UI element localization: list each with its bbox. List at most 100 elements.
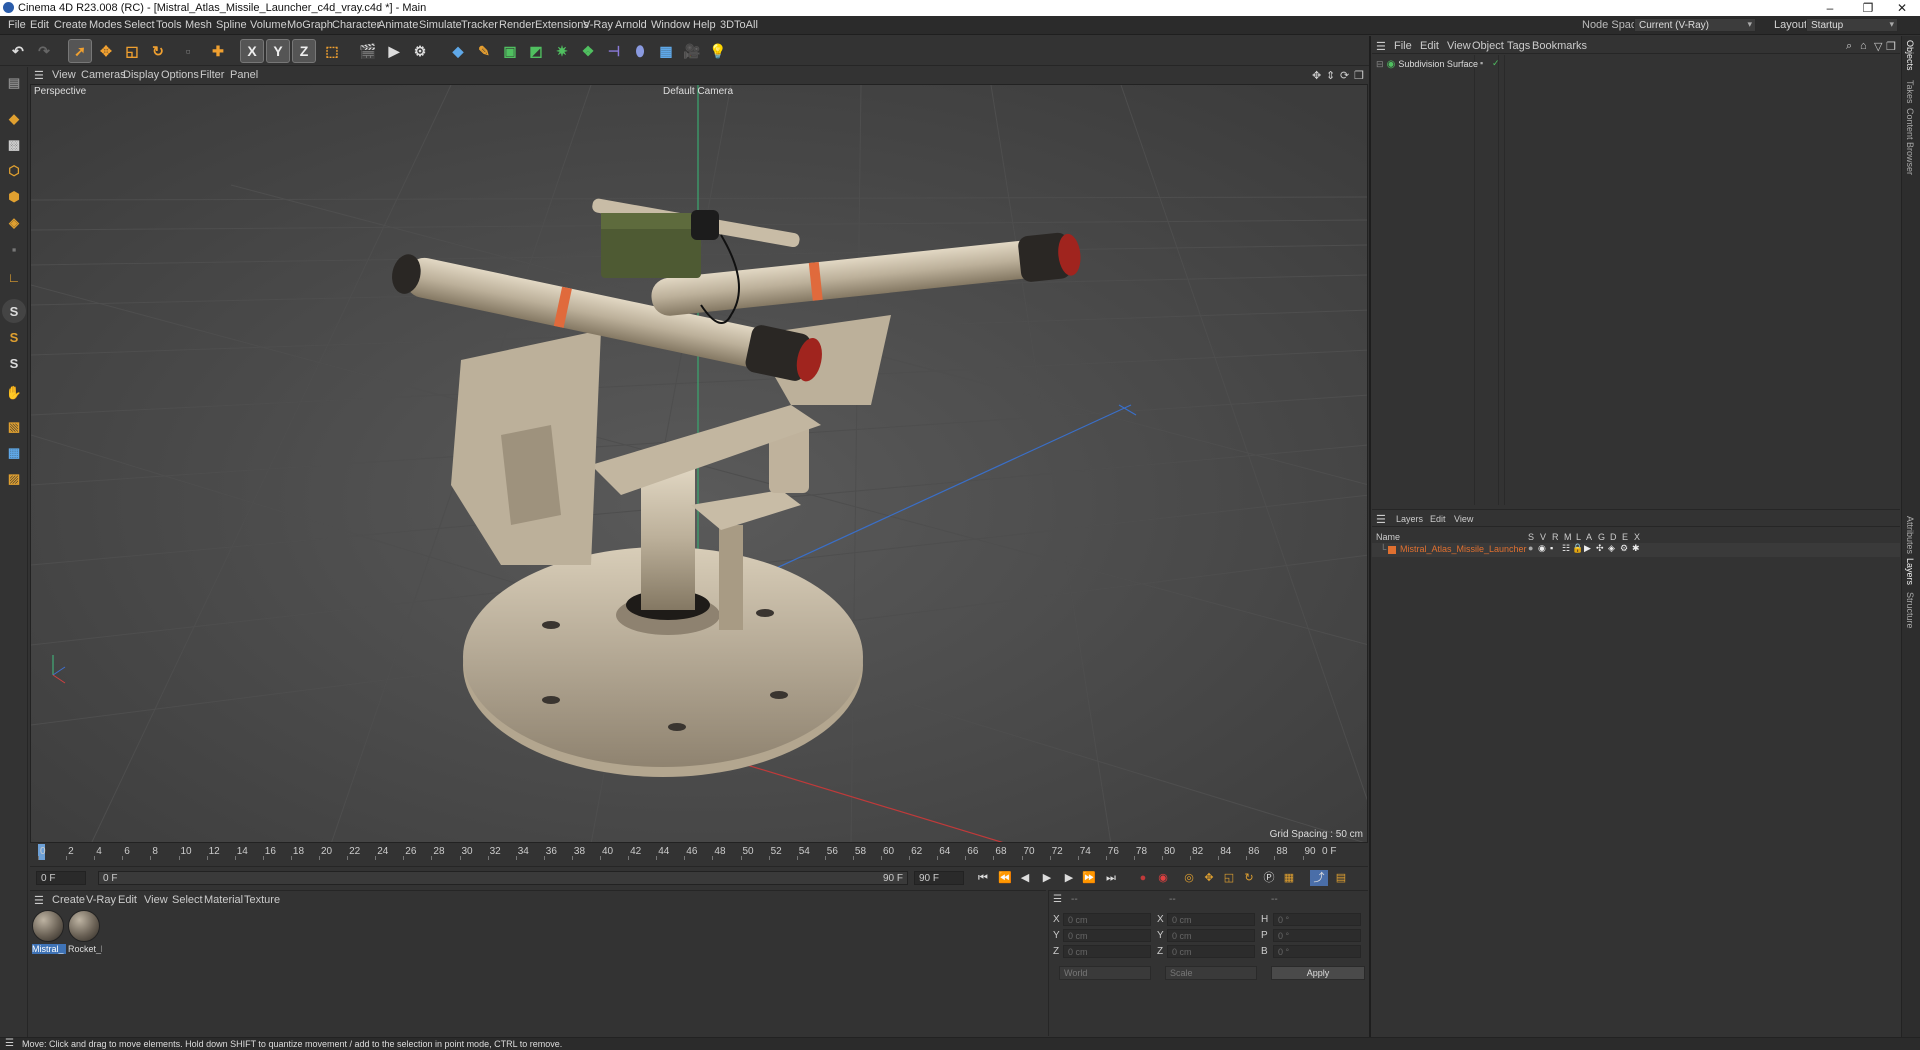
layer-visible-icon[interactable]: ◉ bbox=[1538, 543, 1546, 554]
cloner-icon[interactable]: ✷ bbox=[550, 39, 574, 63]
render-view-icon[interactable]: ▶ bbox=[382, 39, 406, 63]
layers-menu-edit[interactable]: Edit bbox=[1430, 514, 1446, 524]
z-axis-lock-icon[interactable]: Z bbox=[292, 39, 316, 63]
rotate-tool-icon[interactable]: ↻ bbox=[146, 39, 170, 63]
object-menu-tags[interactable]: Tags bbox=[1507, 40, 1530, 52]
menu-mesh[interactable]: Mesh bbox=[185, 19, 212, 31]
viewport-menu-view[interactable]: View bbox=[52, 69, 76, 81]
layer-render-icon[interactable]: ▪ bbox=[1550, 543, 1553, 553]
viewport-zoom-icon[interactable]: ⇕ bbox=[1326, 69, 1335, 82]
key-pla-icon[interactable]: ▦ bbox=[1280, 870, 1298, 886]
select-tool-icon[interactable]: ➚ bbox=[68, 39, 92, 63]
play-icon[interactable]: ▶ bbox=[1038, 870, 1056, 886]
apply-button[interactable]: Apply bbox=[1271, 966, 1365, 980]
material-swatch[interactable]: Mistral_ bbox=[32, 910, 66, 956]
snap-icon[interactable]: S bbox=[2, 299, 26, 323]
object-enabled-check-icon[interactable]: ✓ bbox=[1492, 58, 1500, 69]
axis-mode-icon[interactable]: ∟ bbox=[2, 265, 26, 289]
close-button[interactable]: ✕ bbox=[1880, 0, 1920, 16]
frame-range-slider[interactable]: 0 F 90 F bbox=[98, 871, 908, 885]
menu-tracker[interactable]: Tracker bbox=[461, 19, 498, 31]
grid-icon[interactable]: ▦ bbox=[2, 441, 26, 465]
menu-arnold[interactable]: Arnold bbox=[615, 19, 647, 31]
deformer-icon[interactable]: ⊣ bbox=[602, 39, 626, 63]
pen-spline-icon[interactable]: ✎ bbox=[472, 39, 496, 63]
prev-key-icon[interactable]: ⏪ bbox=[996, 870, 1014, 886]
key-scale-icon[interactable]: ◱ bbox=[1220, 870, 1238, 886]
position-y-field[interactable]: 0 cm bbox=[1063, 929, 1151, 942]
coordinate-type-dropdown[interactable]: Scale bbox=[1165, 966, 1257, 980]
viewport-menu-options[interactable]: Options bbox=[161, 69, 199, 81]
tab-structure[interactable]: Structure bbox=[1905, 592, 1915, 629]
polygons-mode-icon[interactable]: ◈ bbox=[2, 211, 26, 235]
material-menu-select[interactable]: Select bbox=[172, 894, 203, 906]
scale-tool-icon[interactable]: ◱ bbox=[120, 39, 144, 63]
rotation-h-field[interactable]: 0 ° bbox=[1273, 913, 1361, 926]
tab-takes[interactable]: Takes bbox=[1905, 80, 1915, 104]
key-param-icon[interactable]: Ⓟ bbox=[1260, 870, 1278, 886]
layer-lock-icon[interactable]: 🔒 bbox=[1572, 543, 1583, 554]
field-icon[interactable]: ⬮ bbox=[628, 39, 652, 63]
object-search-icon[interactable]: ⌕ bbox=[1846, 40, 1852, 53]
layer-generator-icon[interactable]: ✣ bbox=[1596, 543, 1604, 554]
cube-primitive-icon[interactable]: ◆ bbox=[446, 39, 470, 63]
layers-menu-view[interactable]: View bbox=[1454, 514, 1473, 524]
position-x-field[interactable]: 0 cm bbox=[1063, 913, 1151, 926]
floor-icon[interactable]: ▦ bbox=[654, 39, 678, 63]
layer-manager-icon[interactable]: ☷ bbox=[1562, 543, 1570, 554]
coordinates-hamburger-icon[interactable]: ☰ bbox=[1053, 894, 1062, 905]
camera-icon[interactable]: 🎥 bbox=[680, 39, 704, 63]
goto-end-icon[interactable]: ⏭ bbox=[1102, 870, 1120, 886]
key-rotation-icon[interactable]: ↻ bbox=[1240, 870, 1258, 886]
key-position-icon[interactable]: ✥ bbox=[1200, 870, 1218, 886]
status-hamburger-icon[interactable]: ☰ bbox=[5, 1038, 14, 1049]
menu-help[interactable]: Help bbox=[693, 19, 716, 31]
material-menu-edit[interactable]: Edit bbox=[118, 894, 137, 906]
timeline-window-icon[interactable]: ▤ bbox=[1332, 870, 1350, 886]
x-axis-lock-icon[interactable]: X bbox=[240, 39, 264, 63]
menu-3dtoall[interactable]: 3DToAll bbox=[720, 19, 758, 31]
layers-hamburger-icon[interactable]: ☰ bbox=[1376, 513, 1386, 526]
prev-frame-icon[interactable]: ◀ bbox=[1016, 870, 1034, 886]
coordinate-system-icon[interactable]: ⬚ bbox=[320, 39, 344, 63]
menu-select[interactable]: Select bbox=[124, 19, 155, 31]
edges-mode-icon[interactable]: ⬢ bbox=[2, 185, 26, 209]
viewport-menu-filter[interactable]: Filter bbox=[200, 69, 224, 81]
material-menu-create[interactable]: Create bbox=[52, 894, 85, 906]
render-settings-icon[interactable]: ⚙ bbox=[408, 39, 432, 63]
make-editable-icon[interactable]: ▤ bbox=[2, 71, 26, 95]
object-home-icon[interactable]: ⌂ bbox=[1860, 40, 1867, 52]
material-menu-vray[interactable]: V-Ray bbox=[86, 894, 116, 906]
coordinate-mode-dropdown[interactable]: World bbox=[1059, 966, 1151, 980]
tab-attributes[interactable]: Attributes bbox=[1905, 516, 1915, 554]
redo-icon[interactable]: ↷ bbox=[32, 39, 56, 63]
tab-objects[interactable]: Objects bbox=[1905, 40, 1915, 71]
size-y-field[interactable]: 0 cm bbox=[1167, 929, 1255, 942]
menu-modes[interactable]: Modes bbox=[89, 19, 122, 31]
object-menu-view[interactable]: View bbox=[1447, 40, 1471, 52]
layer-color-swatch[interactable] bbox=[1388, 546, 1396, 554]
object-row[interactable]: ⊟ ◉ Subdivision Surface ▪ ✓ bbox=[1376, 58, 1500, 71]
snap-settings-icon[interactable]: S bbox=[2, 325, 26, 349]
menu-tools[interactable]: Tools bbox=[156, 19, 182, 31]
menu-render[interactable]: Render bbox=[499, 19, 535, 31]
3d-viewport[interactable]: Perspective Default Camera Grid Spacing … bbox=[30, 84, 1368, 843]
object-menu-edit[interactable]: Edit bbox=[1420, 40, 1439, 52]
material-menu-texture[interactable]: Texture bbox=[244, 894, 280, 906]
material-menu-material[interactable]: Material bbox=[204, 894, 243, 906]
viewport-rotate-icon[interactable]: ⟳ bbox=[1340, 69, 1349, 82]
menu-create[interactable]: Create bbox=[54, 19, 87, 31]
end-frame-field[interactable]: 90 F bbox=[914, 871, 964, 885]
y-axis-lock-icon[interactable]: Y bbox=[266, 39, 290, 63]
render-region-icon[interactable]: 🎬 bbox=[356, 39, 380, 63]
viewport-maximize-icon[interactable]: ❐ bbox=[1354, 69, 1364, 82]
layer-xref-icon[interactable]: ✱ bbox=[1632, 543, 1640, 554]
layer-expression-icon[interactable]: ⚙ bbox=[1620, 543, 1628, 554]
next-frame-icon[interactable]: ▶ bbox=[1060, 870, 1078, 886]
rotation-p-field[interactable]: 0 ° bbox=[1273, 929, 1361, 942]
layer-animation-icon[interactable]: ▶ bbox=[1584, 543, 1591, 554]
tab-content-browser[interactable]: Content Browser bbox=[1905, 108, 1915, 175]
model-mode-icon[interactable]: ◆ bbox=[2, 107, 26, 131]
node-space-dropdown[interactable]: Current (V-Ray) bbox=[1634, 18, 1756, 32]
undo-icon[interactable]: ↶ bbox=[6, 39, 30, 63]
